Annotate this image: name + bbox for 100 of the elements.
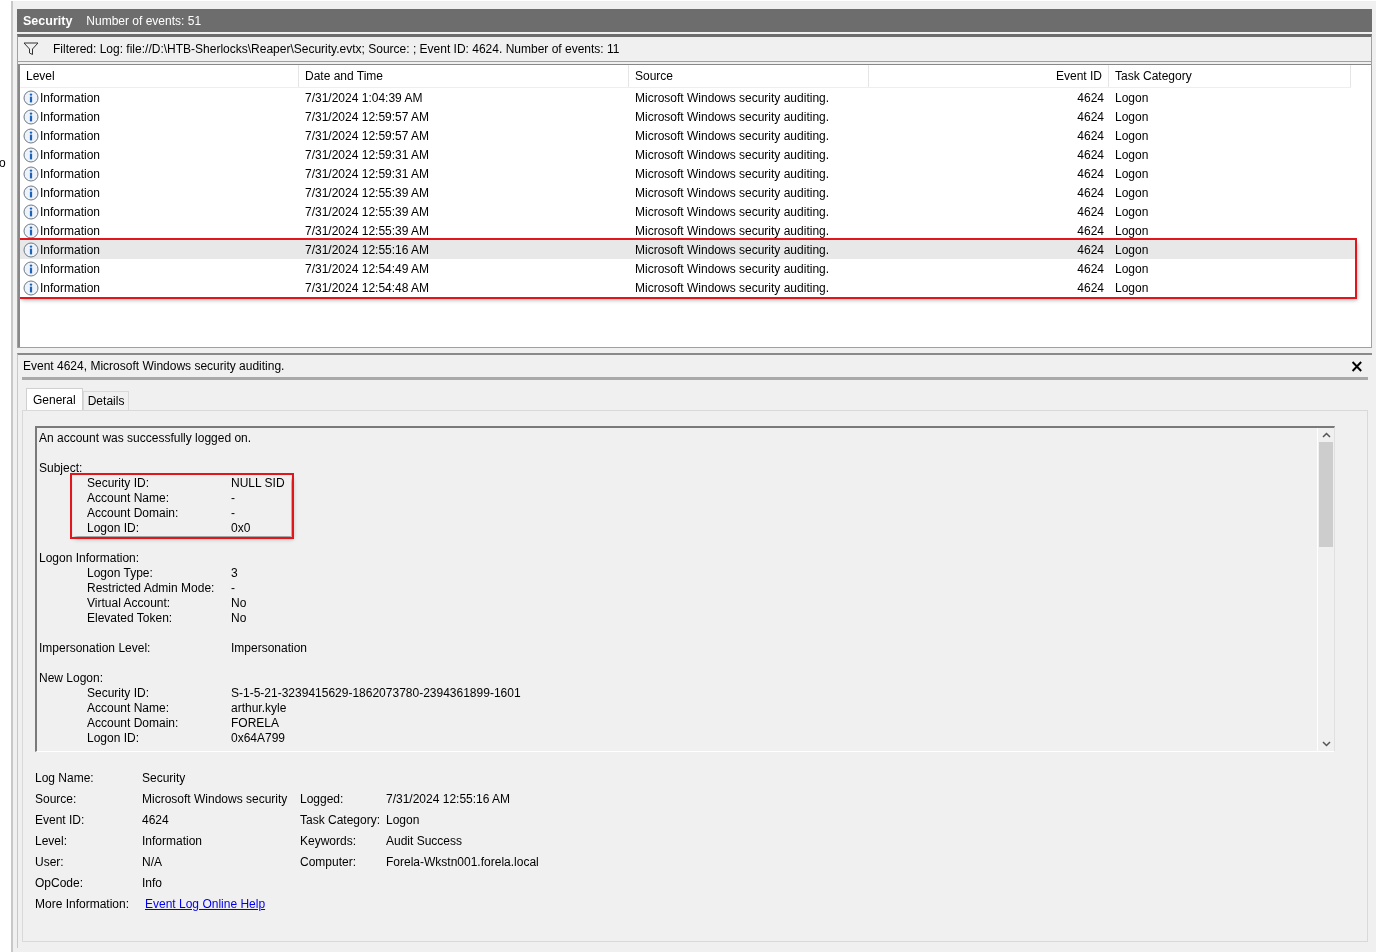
property-value: Information: [142, 833, 204, 849]
table-row[interactable]: Information 7/31/2024 12:55:39 AM Microsoft Windows security auditing. 4624 Logon: [20, 183, 1371, 202]
property-label: Log Name:: [35, 770, 95, 786]
event-title: Event 4624, Microsoft Windows security auditing.: [23, 359, 285, 373]
table-row[interactable]: Information 7/31/2024 12:59:31 AM Microsoft Windows security auditing. 4624 Logon: [20, 145, 1371, 164]
table-row[interactable]: Information 7/31/2024 12:59:57 AM Microsoft Windows security auditing. 4624 Logon: [20, 107, 1371, 126]
table-cell-text: Logon: [1114, 185, 1150, 200]
table-cell-text: 4624: [1076, 185, 1105, 200]
level-text: Information: [40, 147, 101, 162]
close-button[interactable]: ×: [1345, 358, 1368, 374]
table-cell-text: Microsoft Windows security auditing.: [634, 128, 831, 143]
property-label: Keywords:: [300, 833, 358, 849]
table-cell-text: Logon: [1114, 147, 1150, 162]
tab[interactable]: Details: [82, 391, 130, 410]
table-cell-text: 4624: [1076, 109, 1105, 124]
property-value: Microsoft Windows security: [142, 791, 289, 807]
level-text: Information: [40, 261, 101, 276]
table-cell-text: 4624: [1076, 280, 1105, 295]
info-icon: [23, 146, 39, 163]
column-header[interactable]: Task Category: [1109, 65, 1351, 87]
scroll-bar[interactable]: [1317, 428, 1334, 751]
table-cell-text: Microsoft Windows security auditing.: [634, 90, 831, 105]
field-value: No: [231, 611, 248, 626]
level-text: Information: [40, 223, 101, 238]
field-label: Account Domain:: [87, 716, 180, 731]
property-label: Event ID:: [35, 812, 86, 828]
field-label: Account Name:: [87, 701, 171, 716]
field-value: -: [231, 581, 236, 596]
info-icon: [23, 89, 39, 106]
property-value: Logon: [386, 812, 421, 828]
field-label: Restricted Admin Mode:: [87, 581, 216, 596]
table-cell-text: Logon: [1114, 166, 1150, 181]
field-value: 0x64A799: [231, 731, 287, 746]
info-icon: [23, 127, 39, 144]
scroll-up-icon[interactable]: [1321, 432, 1331, 438]
table-cell-text: 7/31/2024 12:59:57 AM: [304, 128, 431, 143]
column-header[interactable]: Level: [20, 65, 299, 87]
level-text: Information: [40, 280, 101, 295]
field-label: Security ID:: [87, 686, 150, 701]
table-row[interactable]: Information 7/31/2024 12:54:48 AM Microsoft Windows security auditing. 4624 Logon: [20, 278, 1355, 297]
field-label: Logon ID:: [87, 731, 141, 746]
description-text: An account was successfully logged on.: [39, 431, 253, 446]
column-header[interactable]: Date and Time: [299, 65, 629, 87]
table-cell-text: 7/31/2024 12:55:39 AM: [304, 204, 431, 219]
level-text: Information: [40, 166, 101, 181]
table-cell-text: 7/31/2024 12:54:48 AM: [304, 280, 431, 295]
table-cell-text: Logon: [1114, 109, 1150, 124]
table-row[interactable]: Information 7/31/2024 12:59:31 AM Microsoft Windows security auditing. 4624 Logon: [20, 164, 1371, 183]
table-cell-text: 7/31/2024 12:54:49 AM: [304, 261, 431, 276]
field-value: S-1-5-21-3239415629-1862073780-2394361899-1601: [231, 686, 522, 701]
table-row[interactable]: Information 7/31/2024 12:54:49 AM Microsoft Windows security auditing. 4624 Logon: [20, 259, 1355, 278]
field-label: Account Name:: [87, 491, 171, 506]
property-value: Forela-Wkstn001.forela.local: [386, 854, 540, 870]
property-label: Task Category:: [300, 812, 382, 828]
field-value: arthur.kyle: [231, 701, 288, 716]
table-cell-text: 7/31/2024 1:04:39 AM: [304, 90, 424, 105]
table-cell-text: Microsoft Windows security auditing.: [634, 280, 831, 295]
field-label: Logon Type:: [87, 566, 154, 581]
table-cell-text: 4624: [1076, 128, 1105, 143]
field-value: No: [231, 596, 248, 611]
column-header[interactable]: Event ID: [869, 65, 1109, 87]
field-value: -: [231, 506, 236, 521]
help-link[interactable]: Event Log Online Help: [145, 896, 266, 912]
table-cell-text: Microsoft Windows security auditing.: [634, 166, 831, 181]
table-cell-text: 4624: [1076, 90, 1105, 105]
info-icon: [23, 165, 39, 182]
table-cell-text: 4624: [1076, 166, 1105, 181]
property-value: N/A: [142, 854, 163, 870]
info-icon: [23, 241, 39, 258]
table-row[interactable]: Information 7/31/2024 1:04:39 AM Microsoft Windows security auditing. 4624 Logon: [20, 88, 1371, 107]
info-icon: [23, 108, 39, 125]
scroll-thumb[interactable]: [1319, 442, 1333, 547]
filter-description: Filtered: Log: file://D:\HTB-Sherlocks\Reaper\Security.evtx; Source: ; Event ID: 4624. Number of events: 11: [53, 42, 620, 56]
table-row[interactable]: Information 7/31/2024 12:59:57 AM Microsoft Windows security auditing. 4624 Logon: [20, 126, 1371, 145]
field-label: Impersonation Level:: [39, 641, 152, 656]
table-row[interactable]: Information 7/31/2024 12:55:39 AM Microsoft Windows security auditing. 4624 Logon: [20, 202, 1371, 221]
property-value: Audit Success: [386, 833, 464, 849]
event-count: Number of events: 51: [86, 13, 202, 28]
scroll-down-icon[interactable]: [1321, 741, 1331, 747]
column-header[interactable]: Source: [629, 65, 869, 87]
section-heading: Logon Information:: [39, 551, 141, 566]
property-value: Security: [142, 770, 187, 786]
table-cell-text: 7/31/2024 12:55:39 AM: [304, 185, 431, 200]
table-row[interactable]: Information 7/31/2024 12:55:39 AM Microsoft Windows security auditing. 4624 Logon: [20, 221, 1371, 240]
property-value: 4624: [142, 812, 170, 828]
table-cell-text: 4624: [1076, 204, 1105, 219]
info-icon: [23, 279, 39, 296]
table-cell-text: 7/31/2024 12:59:31 AM: [304, 147, 431, 162]
property-label: OpCode:: [35, 875, 85, 891]
field-label: Account Domain:: [87, 506, 180, 521]
table-cell-text: Logon: [1114, 261, 1150, 276]
table-cell-text: 4624: [1076, 242, 1105, 257]
field-value: NULL SID: [231, 476, 286, 491]
table-cell-text: Microsoft Windows security auditing.: [634, 204, 831, 219]
tab[interactable]: General: [26, 388, 83, 410]
field-value: 3: [231, 566, 239, 581]
table-row[interactable]: Information 7/31/2024 12:55:16 AM Microsoft Windows security auditing. 4624 Logon: [20, 240, 1355, 259]
info-icon: [23, 184, 39, 201]
info-icon: [23, 203, 39, 220]
property-label: More Information:: [35, 896, 131, 912]
